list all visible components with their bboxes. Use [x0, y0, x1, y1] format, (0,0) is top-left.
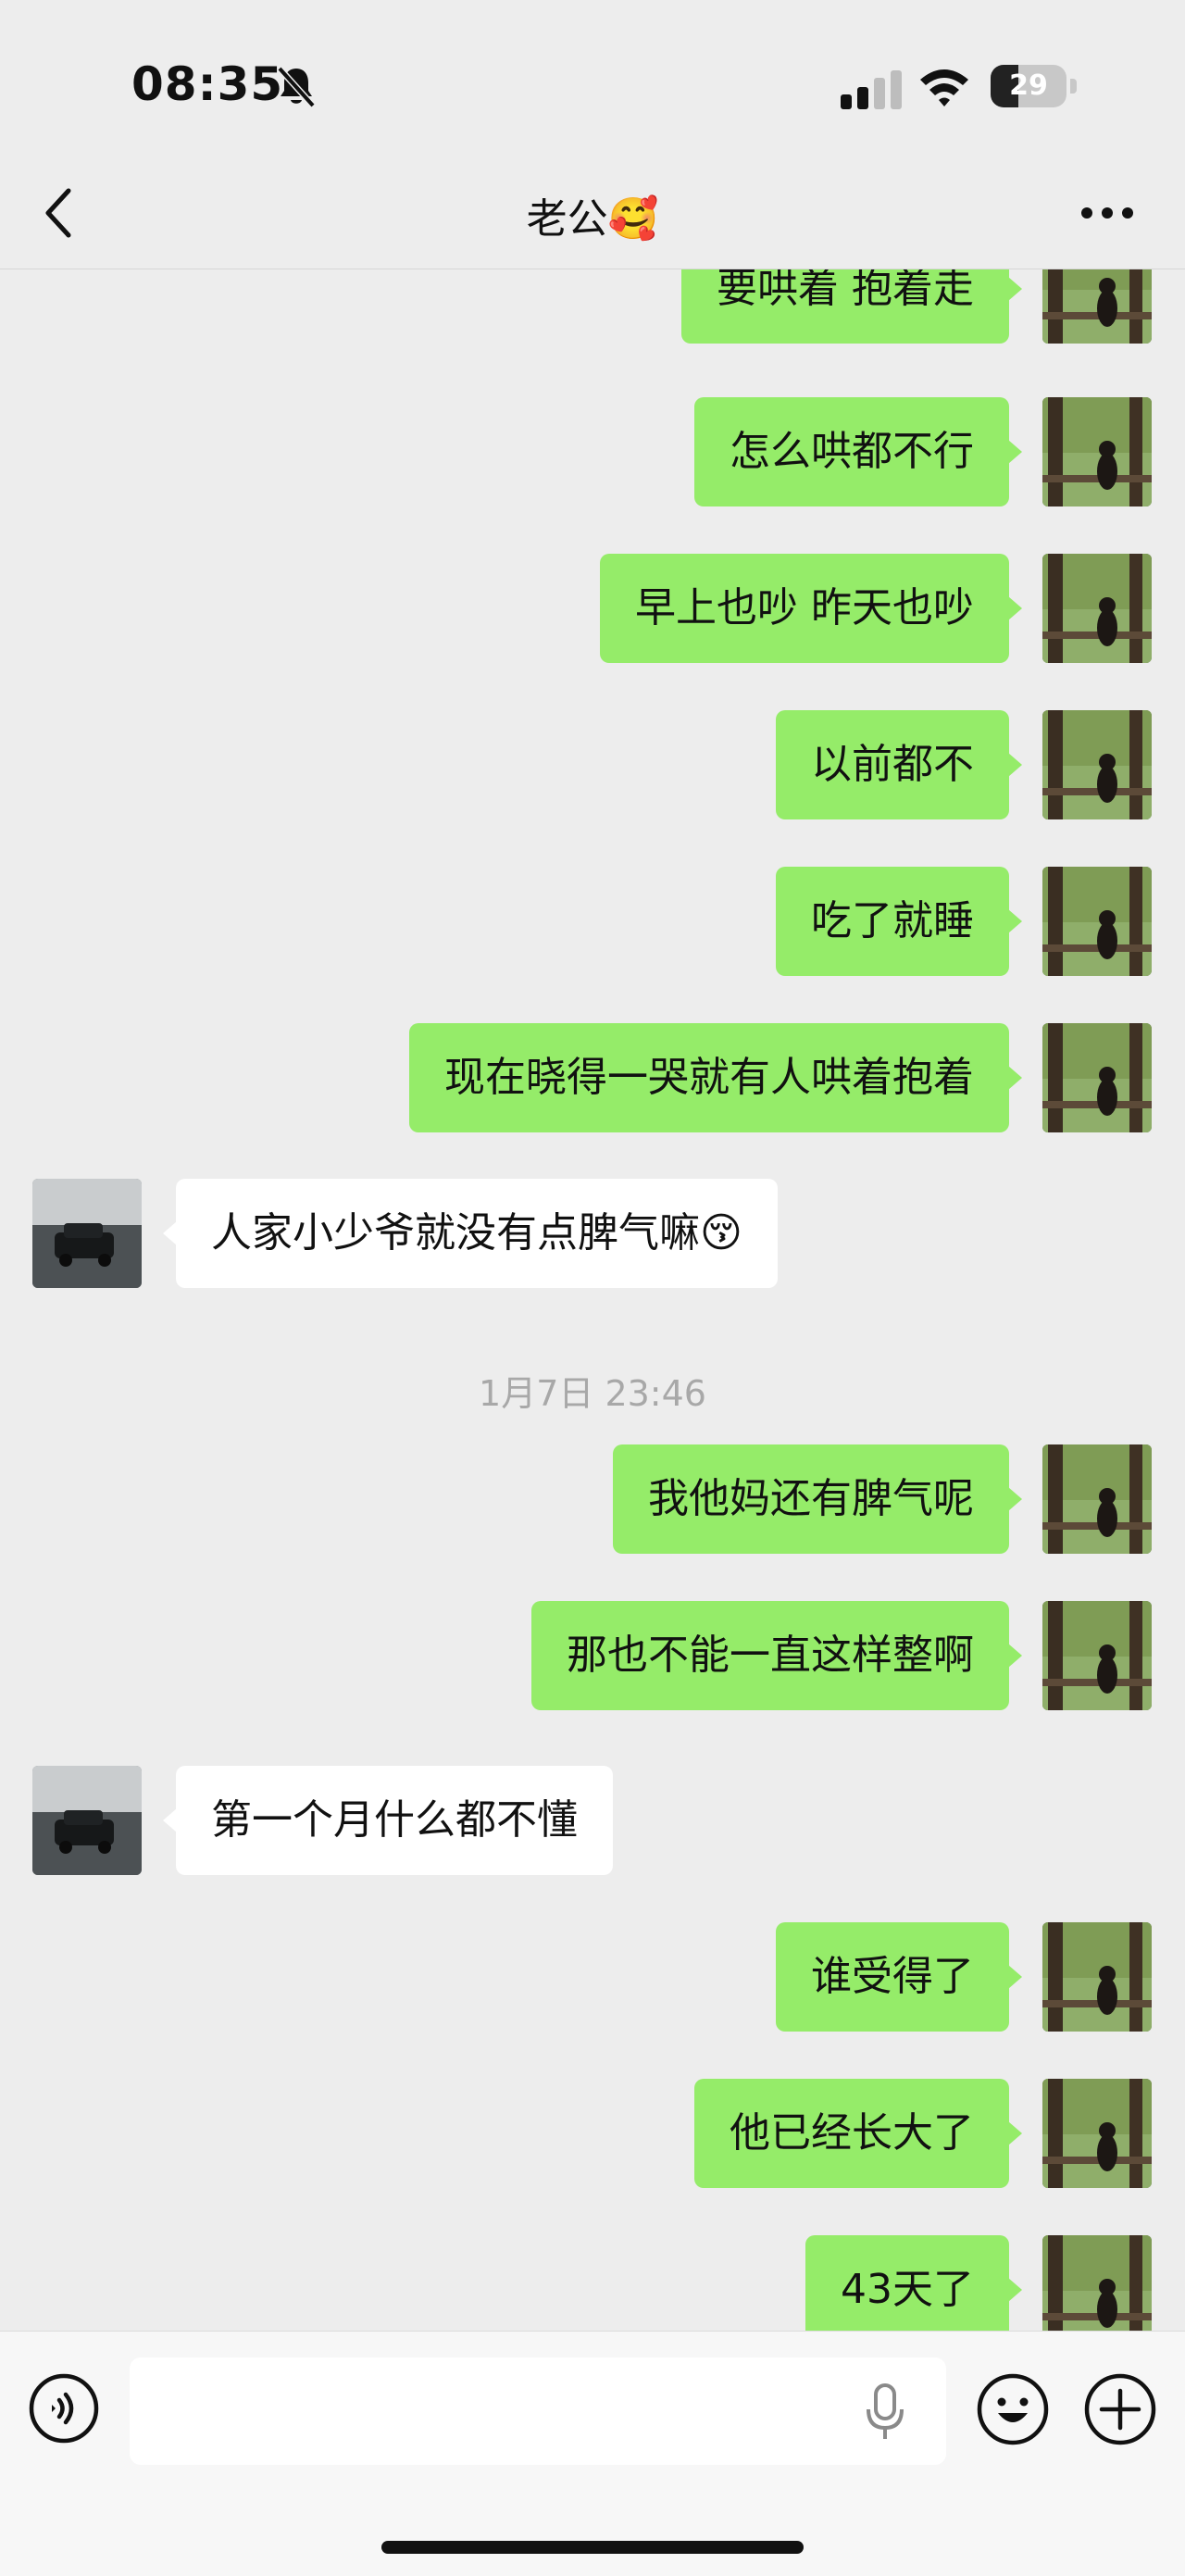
emoji-icon[interactable]	[976, 2372, 1050, 2446]
status-time: 08:35	[131, 57, 284, 111]
wifi-icon	[920, 69, 968, 106]
message-list: 要哄着 抱着走怎么哄都不行早上也吵 昨天也吵以前都不吃了就睡现在晓得一哭就有人哄…	[0, 269, 1185, 2331]
my-avatar[interactable]	[1042, 1444, 1152, 1554]
my-avatar[interactable]	[1042, 1601, 1152, 1710]
contact-avatar[interactable]	[32, 1766, 142, 1875]
my-avatar[interactable]	[1042, 2079, 1152, 2188]
sent-message-bubble[interactable]: 我他妈还有脾气呢	[613, 1444, 1022, 1554]
my-avatar[interactable]	[1042, 867, 1152, 976]
contact-avatar[interactable]	[32, 1179, 142, 1288]
my-avatar[interactable]	[1042, 710, 1152, 819]
sent-message-bubble[interactable]: 吃了就睡	[776, 867, 1022, 976]
home-indicator	[381, 2541, 804, 2554]
message-timestamp: 1月7日 23:46	[479, 1373, 706, 1414]
plus-icon[interactable]	[1083, 2372, 1157, 2446]
more-dots-icon[interactable]	[1079, 202, 1135, 224]
sent-message-bubble[interactable]: 要哄着 抱着走	[681, 269, 1022, 344]
status-bar: 08:35 29	[0, 0, 1185, 157]
received-message-bubble[interactable]: 第一个月什么都不懂	[163, 1766, 613, 1875]
message-input[interactable]	[130, 2357, 946, 2465]
sent-message-bubble[interactable]: 怎么哄都不行	[694, 397, 1022, 506]
sent-message-bubble[interactable]: 现在晓得一哭就有人哄着抱着	[409, 1023, 1022, 1132]
battery-level: 29	[1009, 69, 1048, 102]
my-avatar[interactable]	[1042, 1922, 1152, 2032]
sent-message-bubble[interactable]: 43天了	[805, 2235, 1022, 2331]
sent-message-bubble[interactable]: 早上也吵 昨天也吵	[600, 554, 1022, 663]
my-avatar[interactable]	[1042, 554, 1152, 663]
signal-icon	[841, 70, 902, 109]
sent-message-bubble[interactable]: 谁受得了	[776, 1922, 1022, 2032]
sent-message-bubble[interactable]: 他已经长大了	[694, 2079, 1022, 2188]
input-bar	[0, 2331, 1185, 2576]
my-avatar[interactable]	[1042, 397, 1152, 506]
chat-header: 老公🥰	[0, 157, 1185, 269]
my-avatar[interactable]	[1042, 269, 1152, 344]
mic-icon[interactable]	[861, 2382, 909, 2443]
my-avatar[interactable]	[1042, 2235, 1152, 2331]
my-avatar[interactable]	[1042, 1023, 1152, 1132]
received-message-bubble[interactable]: 人家小少爷就没有点脾气嘛😚	[163, 1179, 778, 1288]
sent-message-bubble[interactable]: 以前都不	[776, 710, 1022, 819]
sent-message-bubble[interactable]: 那也不能一直这样整啊	[531, 1601, 1022, 1710]
chat-title: 老公🥰	[526, 195, 659, 243]
bell-muted-icon	[277, 66, 316, 107]
voice-icon[interactable]	[28, 2372, 100, 2445]
battery-indicator: 29	[991, 65, 1079, 109]
